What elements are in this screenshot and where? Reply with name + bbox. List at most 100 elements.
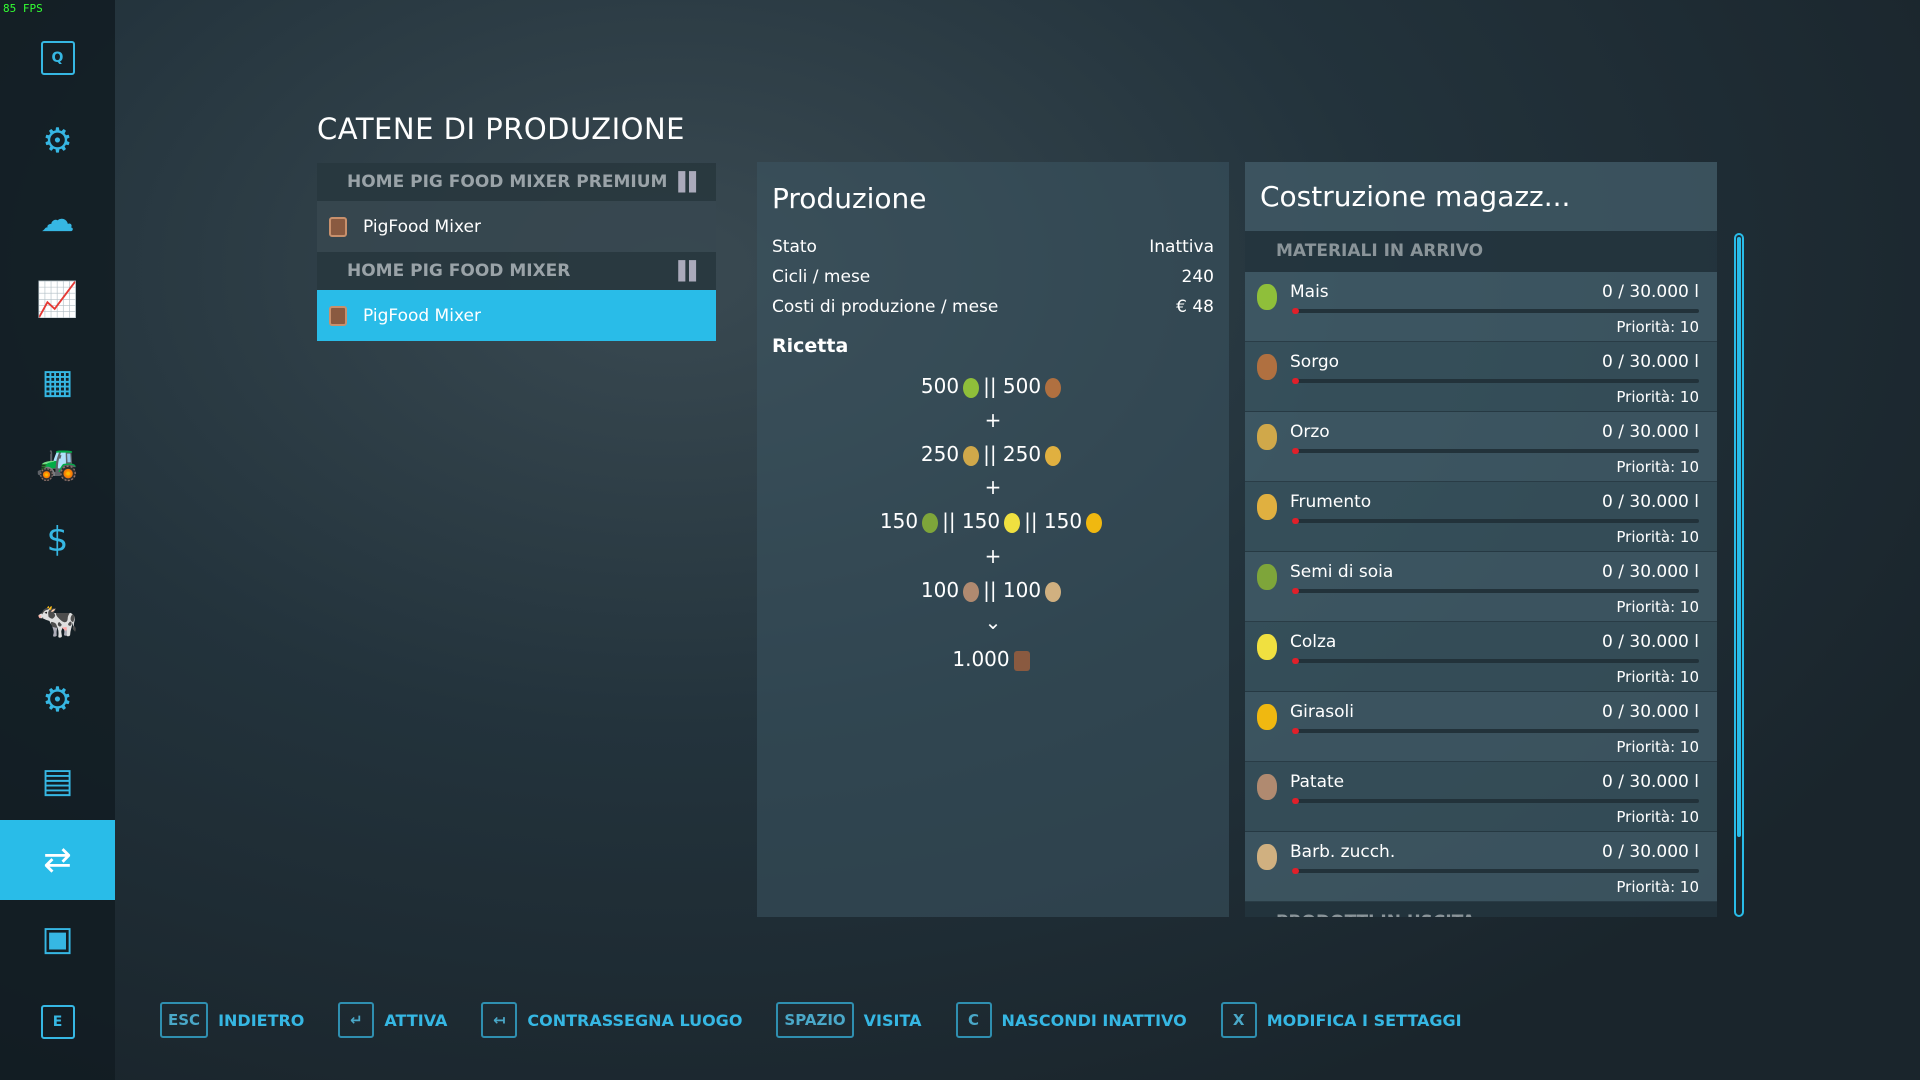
material-name: Patate <box>1290 772 1345 792</box>
material-row[interactable]: Semi di soia 0 / 30.000 l Priorità: 10 <box>1245 552 1717 622</box>
page-title: CATENE DI PRODUZIONE <box>317 112 685 146</box>
action-label: INDIETRO <box>218 1010 305 1030</box>
action-label: ATTIVA <box>384 1010 448 1030</box>
semi-di-soia-icon <box>1257 564 1277 590</box>
fill-bar <box>1292 518 1699 524</box>
fill-bar-level <box>1292 588 1299 594</box>
weather-icon: ☁ <box>40 200 75 240</box>
costs-label: Costi di produzione / mese <box>772 297 999 317</box>
action-label: VISITA <box>863 1010 922 1030</box>
recipe-line: 150 || 150 || 150 <box>757 509 1229 533</box>
material-amount: 0 / 30.000 l <box>1602 842 1699 862</box>
material-row[interactable]: Sorgo 0 / 30.000 l Priorità: 10 <box>1245 342 1717 412</box>
mais-icon <box>1257 284 1277 310</box>
recipe-plus: + <box>984 408 1002 432</box>
sidebar-item-production[interactable]: ⇄ <box>0 820 115 900</box>
sugarbeet-icon <box>1045 581 1062 602</box>
back-button[interactable]: ESC INDIETRO <box>160 1002 304 1038</box>
material-row[interactable]: Barb. zucch. 0 / 30.000 l Priorità: 10 <box>1245 832 1717 902</box>
production-icon: ⇄ <box>43 840 72 880</box>
material-priority: Priorità: 10 <box>1616 458 1699 476</box>
material-row[interactable]: Orzo 0 / 30.000 l Priorità: 10 <box>1245 412 1717 482</box>
status-label: Stato <box>772 237 817 257</box>
chain-item-label: PigFood Mixer <box>363 305 481 326</box>
sidebar-item-weather[interactable]: ☁ <box>0 180 115 260</box>
material-row[interactable]: Mais 0 / 30.000 l Priorità: 10 <box>1245 272 1717 342</box>
recipe-label: Ricetta <box>772 335 849 357</box>
visit-button[interactable]: SPAZIO VISITA <box>776 1002 922 1038</box>
chain-item-selected[interactable]: PigFood Mixer <box>317 290 716 341</box>
material-name: Mais <box>1290 282 1329 302</box>
material-name: Girasoli <box>1290 702 1355 722</box>
material-amount: 0 / 30.000 l <box>1602 702 1699 722</box>
sidebar-item-statistics[interactable]: ▦ <box>0 342 115 422</box>
material-amount: 0 / 30.000 l <box>1602 422 1699 442</box>
hide-inactive-button[interactable]: C NASCONDI INATTIVO <box>955 1002 1187 1038</box>
chain-header[interactable]: HOME PIG FOOD MIXER PREMIUM ▌▌ <box>317 163 716 201</box>
section-incoming: MATERIALI IN ARRIVO <box>1245 231 1717 272</box>
material-amount: 0 / 30.000 l <box>1602 352 1699 372</box>
storage-panel: Costruzione magazz... MATERIALI IN ARRIV… <box>1245 162 1717 917</box>
qty: 100 <box>920 578 960 602</box>
contracts-icon: ⚙ <box>42 680 73 720</box>
sidebar-item-vehicles[interactable]: 🚜 <box>0 423 115 503</box>
pigfood-icon <box>1013 650 1030 671</box>
action-label: MODIFICA I SETTAGGI <box>1266 1010 1462 1030</box>
material-row[interactable]: Frumento 0 / 30.000 l Priorità: 10 <box>1245 482 1717 552</box>
activate-button[interactable]: ↵ ATTIVA <box>338 1002 447 1038</box>
pause-icon[interactable]: ▌▌ <box>678 261 703 282</box>
colza-icon <box>1257 634 1277 660</box>
section-outgoing: PRODOTTI IN USCITA <box>1245 902 1717 917</box>
fill-bar-level <box>1292 798 1299 804</box>
recipe-line: 500 || 500 <box>757 374 1229 398</box>
qty: || 500 <box>983 374 1042 398</box>
material-row[interactable]: Girasoli 0 / 30.000 l Priorità: 10 <box>1245 692 1717 762</box>
orzo-icon <box>1257 424 1277 450</box>
action-label: NASCONDI INATTIVO <box>1001 1010 1187 1030</box>
sidebar-item-animals[interactable]: 🐄 <box>0 581 115 661</box>
material-amount: 0 / 30.000 l <box>1602 772 1699 792</box>
barley-icon <box>963 445 980 466</box>
key-hint: SPAZIO <box>776 1002 854 1038</box>
recipe-line: 250 || 250 <box>757 442 1229 466</box>
material-row[interactable]: Patate 0 / 30.000 l Priorità: 10 <box>1245 762 1717 832</box>
material-amount: 0 / 30.000 l <box>1602 282 1699 302</box>
material-row[interactable]: Colza 0 / 30.000 l Priorità: 10 <box>1245 622 1717 692</box>
material-name: Barb. zucch. <box>1290 842 1396 862</box>
chain-item[interactable]: PigFood Mixer <box>317 201 716 252</box>
sidebar-item-help[interactable]: ▤ <box>0 741 115 821</box>
sidebar-item-settings[interactable]: ⚙ <box>0 101 115 181</box>
pigfood-icon <box>329 305 347 326</box>
finance-icon: $ <box>46 520 69 560</box>
scrollbar[interactable] <box>1734 233 1744 917</box>
fill-bar <box>1292 378 1699 384</box>
pause-icon[interactable]: ▌▌ <box>678 172 703 193</box>
tractor-icon: 🚜 <box>36 443 79 483</box>
fill-bar-level <box>1292 308 1299 314</box>
sidebar-item-finances[interactable]: $ <box>0 500 115 580</box>
scrollbar-thumb[interactable] <box>1737 237 1741 837</box>
mark-location-button[interactable]: ↤ CONTRASSEGNA LUOGO <box>481 1002 742 1038</box>
material-priority: Priorità: 10 <box>1616 808 1699 826</box>
sidebar-q-key[interactable]: Q <box>0 18 115 98</box>
soybean-icon <box>922 512 939 533</box>
material-priority: Priorità: 10 <box>1616 528 1699 546</box>
sidebar-item-tour[interactable]: ▣ <box>0 899 115 979</box>
action-label: CONTRASSEGNA LUOGO <box>527 1010 743 1030</box>
fill-bar-level <box>1292 378 1299 384</box>
sidebar-item-prices[interactable]: 📈 <box>0 260 115 340</box>
recipe-output: 1.000 <box>757 647 1229 671</box>
tour-icon: ▣ <box>41 919 74 959</box>
fill-bar-level <box>1292 448 1299 454</box>
wheat-icon <box>1045 445 1062 466</box>
material-name: Sorgo <box>1290 352 1340 372</box>
chain-header[interactable]: HOME PIG FOOD MIXER ▌▌ <box>317 252 716 290</box>
fill-bar <box>1292 868 1699 874</box>
edit-settings-button[interactable]: X MODIFICA I SETTAGGI <box>1220 1002 1462 1038</box>
material-priority: Priorità: 10 <box>1616 878 1699 896</box>
material-priority: Priorità: 10 <box>1616 598 1699 616</box>
fill-bar-level <box>1292 728 1299 734</box>
sidebar-e-key[interactable]: E <box>0 982 115 1062</box>
maize-icon <box>963 377 980 398</box>
sidebar-item-contracts[interactable]: ⚙ <box>0 660 115 740</box>
